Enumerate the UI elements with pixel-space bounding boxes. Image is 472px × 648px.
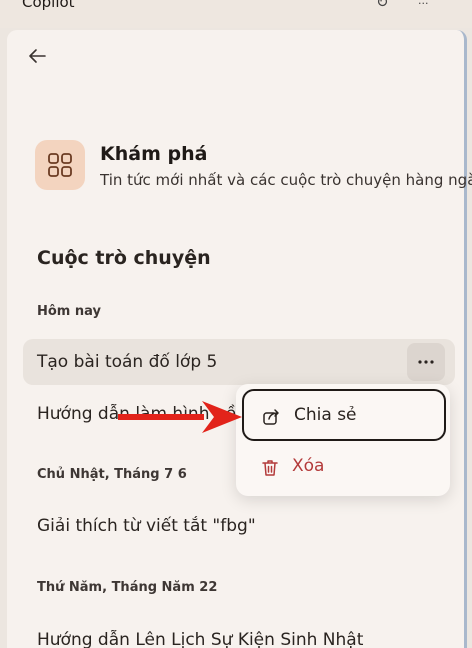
- share-label: Chia sẻ: [294, 405, 357, 425]
- share-menu-item[interactable]: Chia sẻ: [242, 389, 446, 441]
- more-horizontal-icon: [418, 360, 434, 364]
- trash-icon: [260, 458, 280, 478]
- annotation-arrow-icon: [118, 401, 242, 433]
- chat-item-title: Tạo bài toán đố lớp 5: [37, 352, 218, 372]
- group-label-sunday: Chủ Nhật, Tháng 7 6: [37, 467, 187, 482]
- chat-item-birthday[interactable]: Hướng dẫn Lên Lịch Sự Kiện Sinh Nhật: [23, 617, 455, 648]
- window-more-icon[interactable]: ···: [418, 0, 429, 10]
- discover-icon: [35, 140, 85, 190]
- chat-item-word-problem[interactable]: Tạo bài toán đố lớp 5: [23, 339, 455, 385]
- chat-item-title: Giải thích từ viết tắt "fbg": [37, 516, 256, 536]
- delete-label: Xóa: [292, 456, 325, 476]
- discover-title: Khám phá: [100, 143, 208, 165]
- delete-menu-item[interactable]: Xóa: [242, 442, 446, 494]
- group-label-today: Hôm nay: [37, 304, 101, 319]
- app-title: Copilot: [22, 0, 75, 11]
- share-icon: [262, 407, 282, 427]
- context-menu: Chia sẻ Xóa: [236, 384, 450, 496]
- refresh-icon[interactable]: ↻: [376, 0, 389, 11]
- chat-item-fbg[interactable]: Giải thích từ viết tắt "fbg": [23, 503, 455, 549]
- group-label-thursday: Thứ Năm, Tháng Năm 22: [37, 580, 218, 595]
- title-bar: Copilot ↻ ···: [0, 0, 472, 28]
- discover-subtitle: Tin tức mới nhất và các cuộc trò chuyện …: [100, 171, 472, 189]
- chat-history-panel: Khám phá Tin tức mới nhất và các cuộc tr…: [7, 30, 472, 648]
- arrow-left-icon: [29, 49, 46, 63]
- conversations-heading: Cuộc trò chuyện: [37, 247, 211, 269]
- more-options-button[interactable]: [407, 343, 445, 381]
- back-button[interactable]: [25, 44, 49, 68]
- discover-card[interactable]: Khám phá Tin tức mới nhất và các cuộc tr…: [35, 140, 472, 200]
- chat-item-title: Hướng dẫn Lên Lịch Sự Kiện Sinh Nhật: [37, 630, 364, 648]
